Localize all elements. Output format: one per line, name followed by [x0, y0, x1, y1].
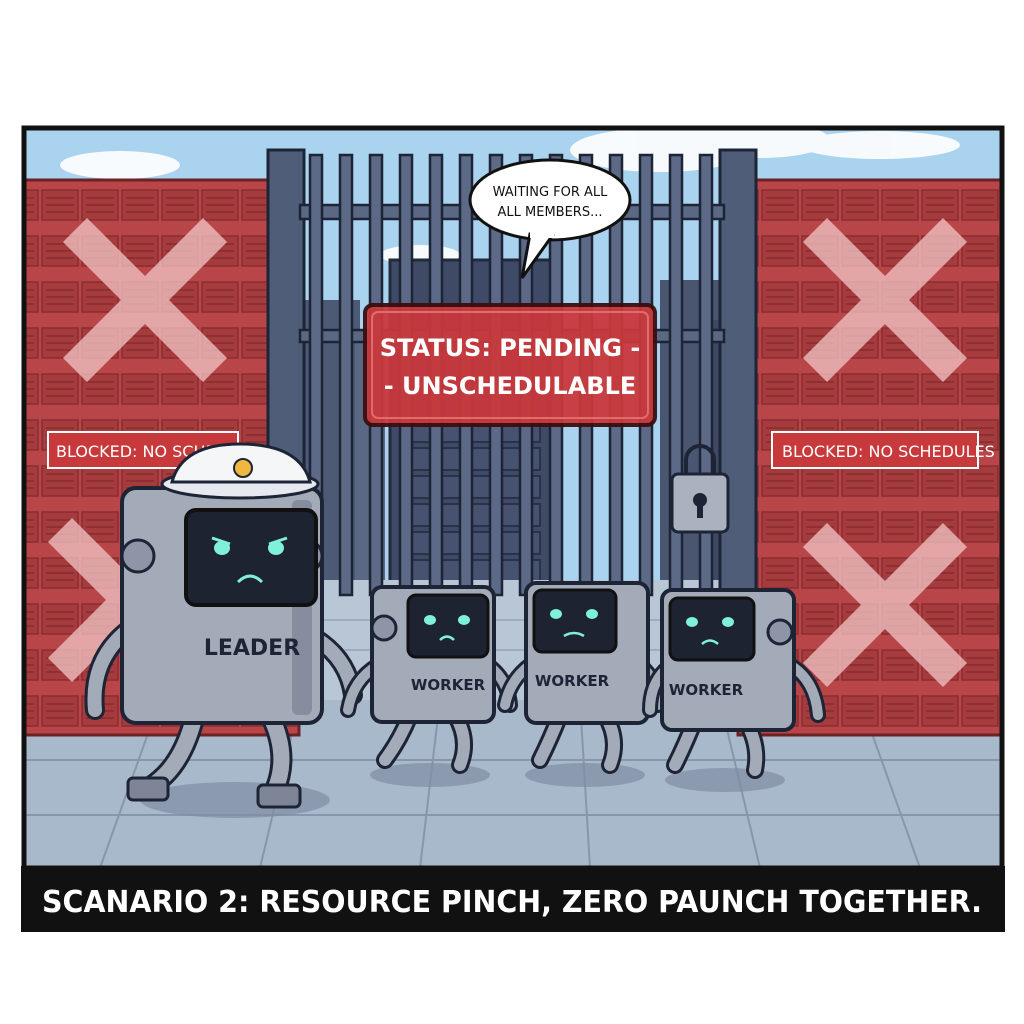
right-blocked-banner: BLOCKED: NO SCHEDULES	[771, 431, 995, 469]
worker-2-label: WORKER	[535, 672, 610, 690]
comic-illustration: BLOCKED: NO SCHEDULE BLOCKED: NO SCHEDUL…	[21, 125, 1005, 932]
status-line-1: STATUS: PENDING -	[380, 334, 641, 362]
status-line-2: - UNSCHEDULABLE	[384, 372, 637, 400]
worker-1-label: WORKER	[411, 676, 486, 694]
scene: BLOCKED: NO SCHEDULE BLOCKED: NO SCHEDUL…	[24, 128, 1002, 868]
comic-panel: BLOCKED: NO SCHEDULE BLOCKED: NO SCHEDUL…	[0, 0, 1024, 1024]
status-sign: STATUS: PENDING - - UNSCHEDULABLE	[363, 303, 657, 427]
leader-label: LEADER	[204, 636, 300, 661]
bubble-line-2: ALL MEMBERS...	[498, 205, 603, 220]
caption-text: SCANARIO 2: RESOURCE PINCH, ZERO PAUNCH …	[42, 885, 982, 920]
bubble-line-1: WAITING FOR ALL	[493, 185, 609, 200]
caption-bar: SCANARIO 2: RESOURCE PINCH, ZERO PAUNCH …	[21, 866, 1005, 932]
worker-3-label: WORKER	[669, 681, 744, 699]
right-banner-text: BLOCKED: NO SCHEDULES	[782, 442, 995, 461]
